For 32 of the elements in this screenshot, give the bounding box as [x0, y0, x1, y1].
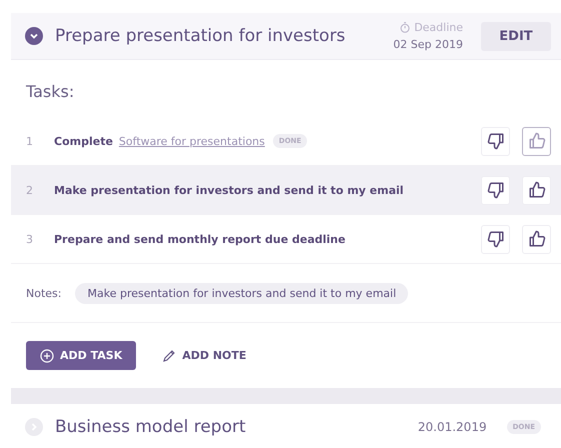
task-number: 2: [26, 184, 34, 196]
note-chip[interactable]: Make presentation for investors and send it to my email: [75, 282, 408, 304]
add-note-button[interactable]: ADD NOTE: [162, 348, 246, 362]
plus-circle-icon: [40, 348, 54, 362]
task-text: Prepare and send monthly report due deadline: [54, 232, 346, 246]
tasks-heading: Tasks:: [25, 81, 76, 103]
dislike-button[interactable]: [481, 176, 510, 204]
thumbs-up-icon: [528, 181, 546, 199]
dislike-button[interactable]: [481, 126, 510, 156]
task-number: 1: [26, 134, 34, 148]
task-row[interactable]: 3 Prepare and send monthly report due deadline: [11, 215, 561, 264]
thumbs-down-icon: [486, 181, 504, 199]
notes-label: Notes:: [26, 286, 62, 300]
thumbs-down-icon: [486, 132, 504, 150]
edit-button[interactable]: EDIT: [481, 22, 551, 50]
deadline-date: 02 Sep 2019: [393, 37, 463, 53]
task-number: 3: [26, 232, 34, 246]
task-row[interactable]: 2 Make presentation for investors and send it to my email: [11, 166, 561, 215]
chevron-icon[interactable]: [25, 27, 43, 45]
project-title: Prepare presentation for investors: [55, 26, 346, 46]
deadline-label: Deadline: [414, 20, 463, 36]
add-task-button[interactable]: ADD TASK: [26, 341, 136, 370]
dislike-button[interactable]: [481, 224, 510, 254]
thumbs-up-icon: [528, 230, 546, 248]
task-text: Make presentation for investors and send it to my email: [54, 184, 404, 196]
thumbs-up-icon: [528, 132, 546, 150]
project-title: Business model report: [55, 417, 247, 437]
timer-icon: [400, 22, 410, 33]
pencil-icon: [162, 348, 176, 362]
thumbs-down-icon: [486, 230, 504, 248]
task-text: Complete: [54, 134, 113, 148]
project-date: 20.01.2019: [418, 420, 487, 434]
